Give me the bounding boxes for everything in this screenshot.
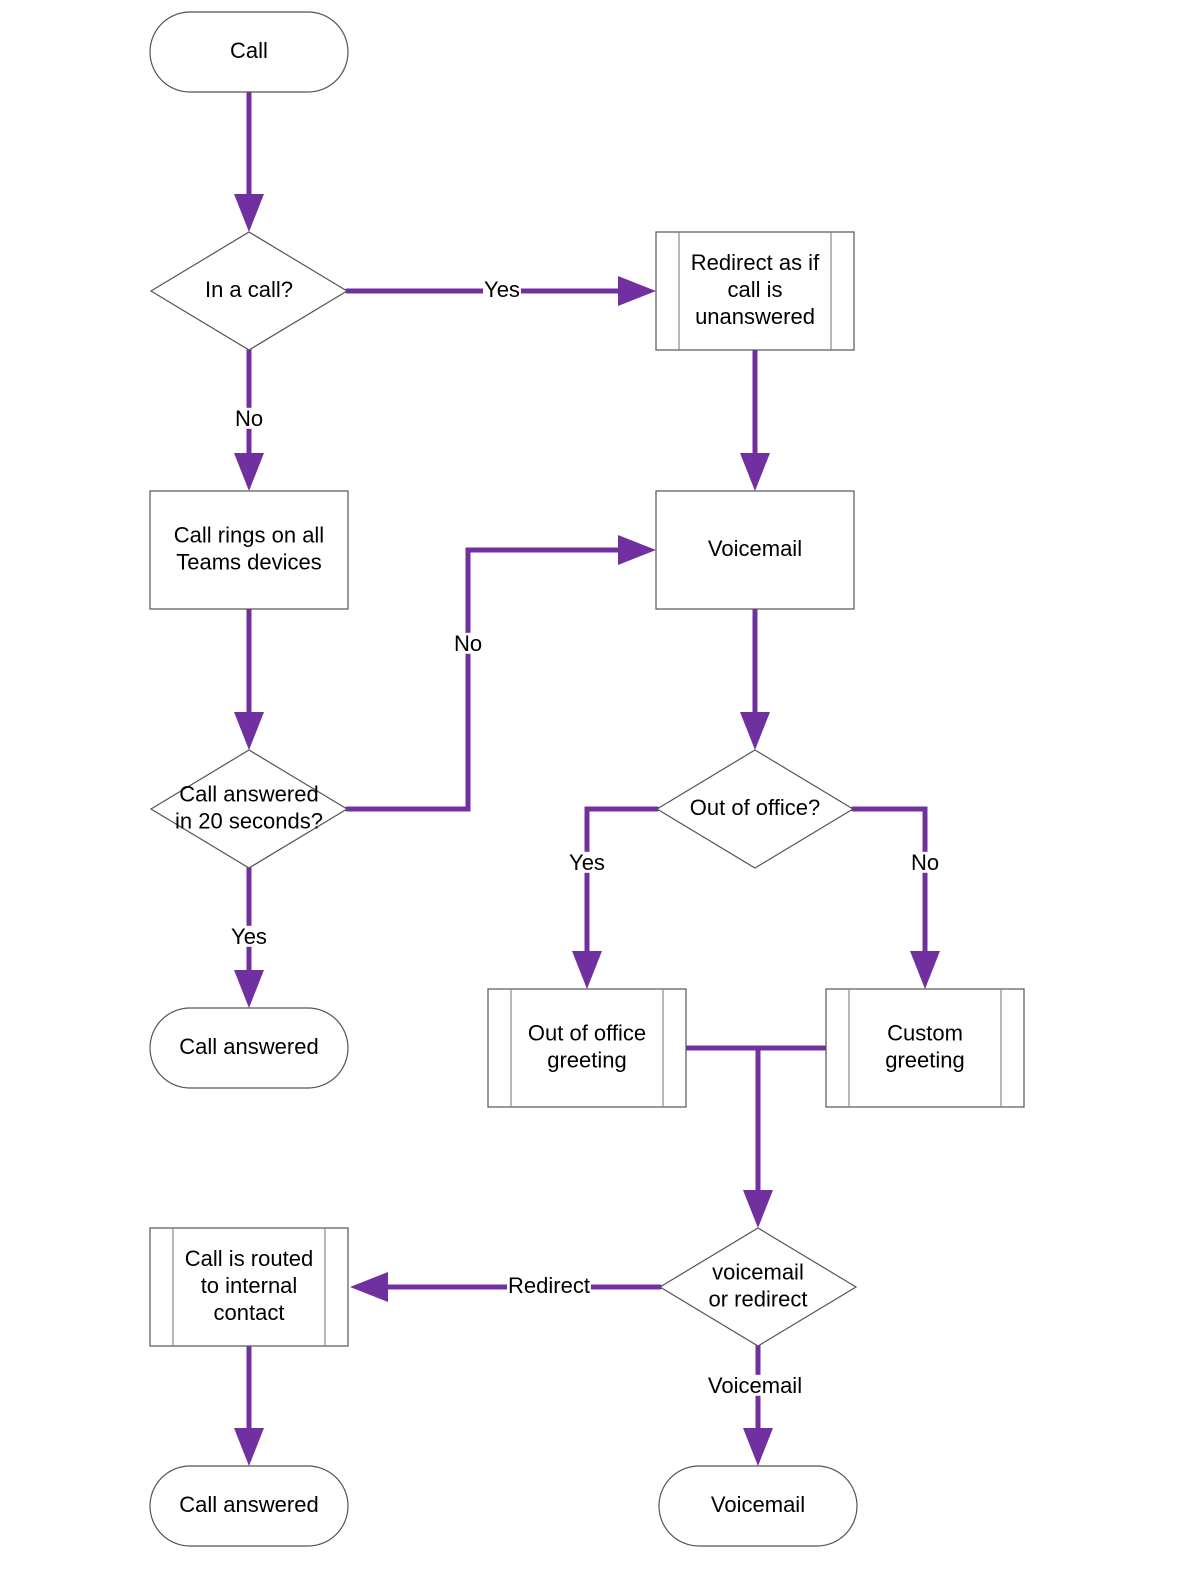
node-voicemail-box: Voicemail — [655, 490, 855, 610]
node-voicemail-or-redirect: voicemailor redirect — [658, 1227, 858, 1347]
node-label-line: Call answered — [179, 1492, 318, 1517]
edge-label-no: No — [909, 850, 941, 875]
edge-label-text: No — [454, 631, 482, 656]
edge-label-text: No — [235, 406, 263, 431]
connector-out-of-office-q-to-custom-greeting — [850, 806, 940, 989]
node-call-answered-1: Call answered — [149, 1007, 349, 1089]
arrowhead-icon — [572, 951, 602, 989]
connector-answered-20s-to-voicemail-box — [344, 535, 656, 812]
connector-ooo-greeting-to-voicemail-or-redirect — [683, 1045, 773, 1228]
node-redirect-unanswered: Redirect as ifcall isunanswered — [655, 231, 855, 351]
arrowhead-icon — [740, 712, 770, 750]
arrowhead-icon — [234, 453, 264, 491]
node-label-line: Out of office — [528, 1020, 646, 1045]
edge-label-voicemail: Voicemail — [706, 1373, 804, 1398]
edge-label-redirect: Redirect — [507, 1273, 591, 1298]
node-out-of-office-q: Out of office? — [655, 749, 855, 869]
edge-label-yes: Yes — [230, 924, 268, 949]
node-in-a-call: In a call? — [149, 231, 349, 351]
arrowhead-icon — [743, 1428, 773, 1466]
edge-label-no: No — [452, 631, 484, 656]
nodes: Call In a call? Redirect as ifcall isunans… — [149, 11, 1025, 1547]
connector-line — [344, 547, 625, 812]
arrowhead-icon — [350, 1272, 388, 1302]
edge-label-text: No — [911, 850, 939, 875]
node-label-line: greeting — [547, 1047, 627, 1072]
arrowhead-icon — [618, 276, 656, 306]
node-label-line: voicemail — [712, 1259, 804, 1284]
flowchart-canvas: Call In a call? Redirect as ifcall isunans… — [149, 11, 1025, 1547]
arrowhead-icon — [743, 1190, 773, 1228]
connector-line — [584, 806, 660, 958]
node-label-line: Out of office? — [690, 795, 820, 820]
node-custom-greeting: Customgreeting — [825, 988, 1025, 1108]
node-start-call: Call — [149, 11, 349, 93]
edge-label-no: No — [233, 406, 265, 431]
connector-line — [850, 806, 928, 958]
node-answered-20s: Call answeredin 20 seconds? — [149, 749, 349, 869]
node-label-line: Call answered — [179, 1034, 318, 1059]
arrowhead-icon — [740, 453, 770, 491]
connector-line — [683, 1045, 761, 1197]
connector-voicemail-box-to-out-of-office-q — [740, 606, 770, 750]
node-call-answered-2: Call answered — [149, 1465, 349, 1547]
connector-out-of-office-q-to-ooo-greeting — [572, 806, 660, 989]
node-label-line: Redirect as if — [691, 250, 820, 275]
connector-routed-internal-to-call-answered-2 — [234, 1343, 264, 1466]
node-rings-all-devices: Call rings on allTeams devices — [149, 490, 349, 610]
connector-voicemail-or-redirect-to-voicemail-end — [743, 1343, 773, 1466]
node-label-line: contact — [214, 1300, 285, 1325]
node-voicemail-end: Voicemail — [658, 1465, 858, 1547]
node-ooo-greeting: Out of officegreeting — [487, 988, 687, 1108]
connector-start-call-to-in-a-call — [234, 89, 264, 232]
connector-rings-all-devices-to-answered-20s — [234, 606, 264, 750]
edge-label-yes: Yes — [568, 850, 606, 875]
arrowhead-icon — [234, 970, 264, 1008]
node-label-line: In a call? — [205, 277, 293, 302]
arrowhead-icon — [618, 535, 656, 565]
edge-label-text: Voicemail — [708, 1373, 802, 1398]
node-label-line: Voicemail — [711, 1492, 805, 1517]
node-label-line: to internal — [201, 1273, 298, 1298]
edge-label-text: Yes — [484, 277, 520, 302]
edge-label-text: Redirect — [508, 1273, 590, 1298]
arrowhead-icon — [234, 194, 264, 232]
node-label-line: or redirect — [708, 1286, 807, 1311]
node-routed-internal: Call is routedto internalcontact — [149, 1227, 349, 1347]
node-label-line: Teams devices — [176, 549, 322, 574]
node-label-line: in 20 seconds? — [175, 808, 323, 833]
node-label-line: Voicemail — [708, 536, 802, 561]
arrowhead-icon — [234, 1428, 264, 1466]
arrowhead-icon — [910, 951, 940, 989]
edge-label-yes: Yes — [483, 277, 521, 302]
node-label-line: call is — [727, 277, 782, 302]
node-label-line: Custom — [887, 1020, 963, 1045]
connector-voicemail-or-redirect-to-routed-internal — [350, 1272, 663, 1302]
node-label-line: greeting — [885, 1047, 965, 1072]
edge-label-text: Yes — [569, 850, 605, 875]
node-label-line: unanswered — [695, 304, 815, 329]
connector-redirect-unanswered-to-voicemail-box — [740, 347, 770, 491]
node-label-line: Call is routed — [185, 1246, 313, 1271]
node-label-line: Call rings on all — [174, 522, 324, 547]
arrowhead-icon — [234, 712, 264, 750]
node-label-line: Call answered — [179, 781, 318, 806]
node-label-line: Call — [230, 38, 268, 63]
edge-label-text: Yes — [231, 924, 267, 949]
